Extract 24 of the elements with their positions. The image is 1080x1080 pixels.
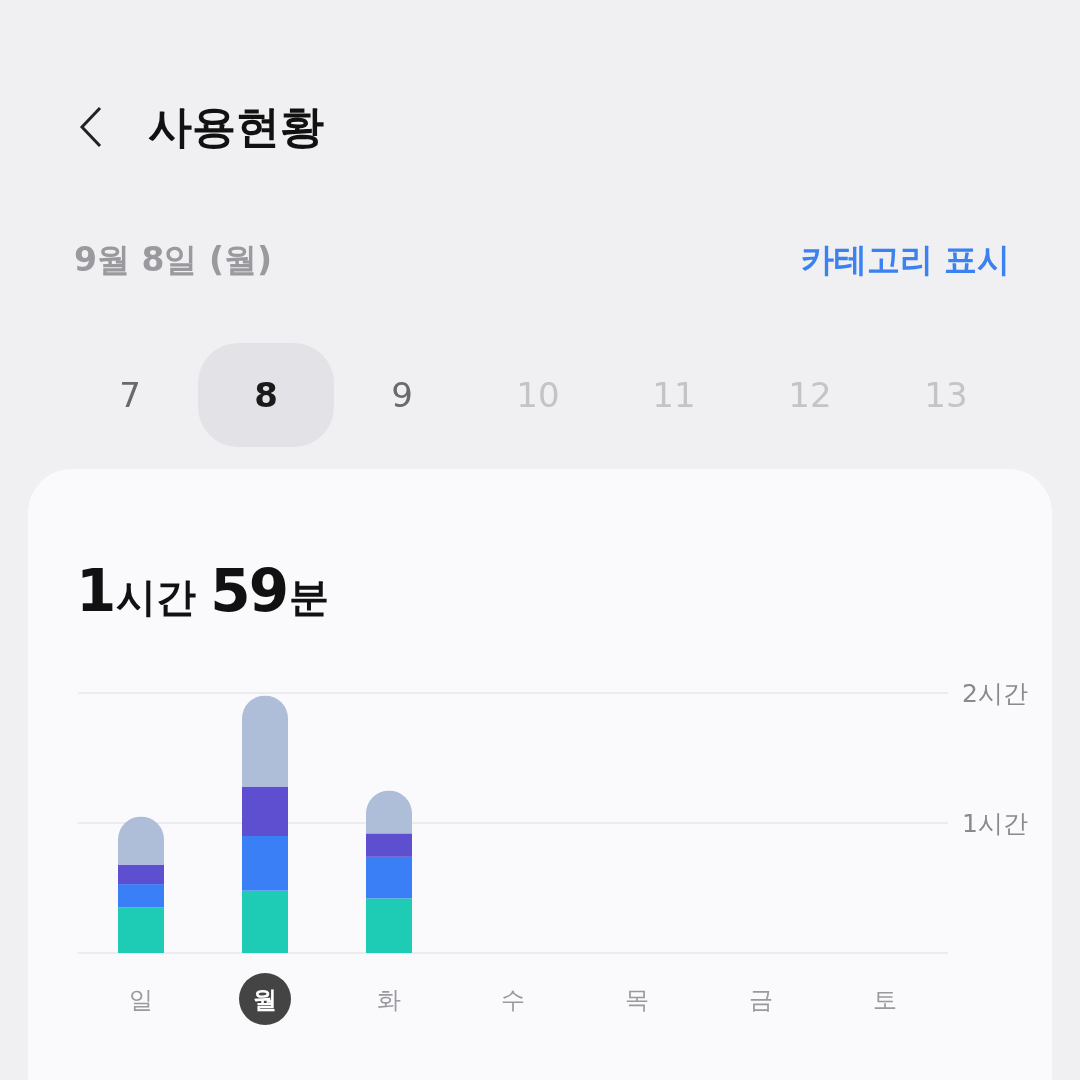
axis-label: 2시간 [962,679,1028,708]
weekday-label[interactable]: 금 [749,986,773,1014]
total-unit: 시간 [116,573,197,622]
total-number: 1 [76,557,115,625]
weekday-label[interactable]: 목 [625,986,649,1014]
axis-label: 1시간 [962,809,1028,838]
category-link[interactable]: 카테고리 표시 [800,238,1010,283]
total-unit: 분 [289,573,330,622]
weekday-label[interactable]: 화 [377,986,401,1014]
day-tab[interactable]: 7 [62,343,198,447]
bar-segment [242,890,288,953]
back-icon [78,105,104,149]
weekday-label[interactable]: 월 [253,986,277,1014]
bar-segment [366,898,412,953]
weekday-label[interactable]: 토 [873,986,897,1014]
weekday-label[interactable]: 일 [129,986,153,1014]
date-label: 9월 8일 (월) [74,239,273,281]
weekday-label[interactable]: 수 [501,986,525,1014]
page-title: 사용현황 [148,99,324,154]
total-number: 59 [210,557,288,625]
bar-segment [242,836,288,891]
day-tab[interactable]: 9 [334,343,470,447]
day-tab[interactable]: 8 [198,343,334,447]
back-button[interactable] [78,105,104,149]
